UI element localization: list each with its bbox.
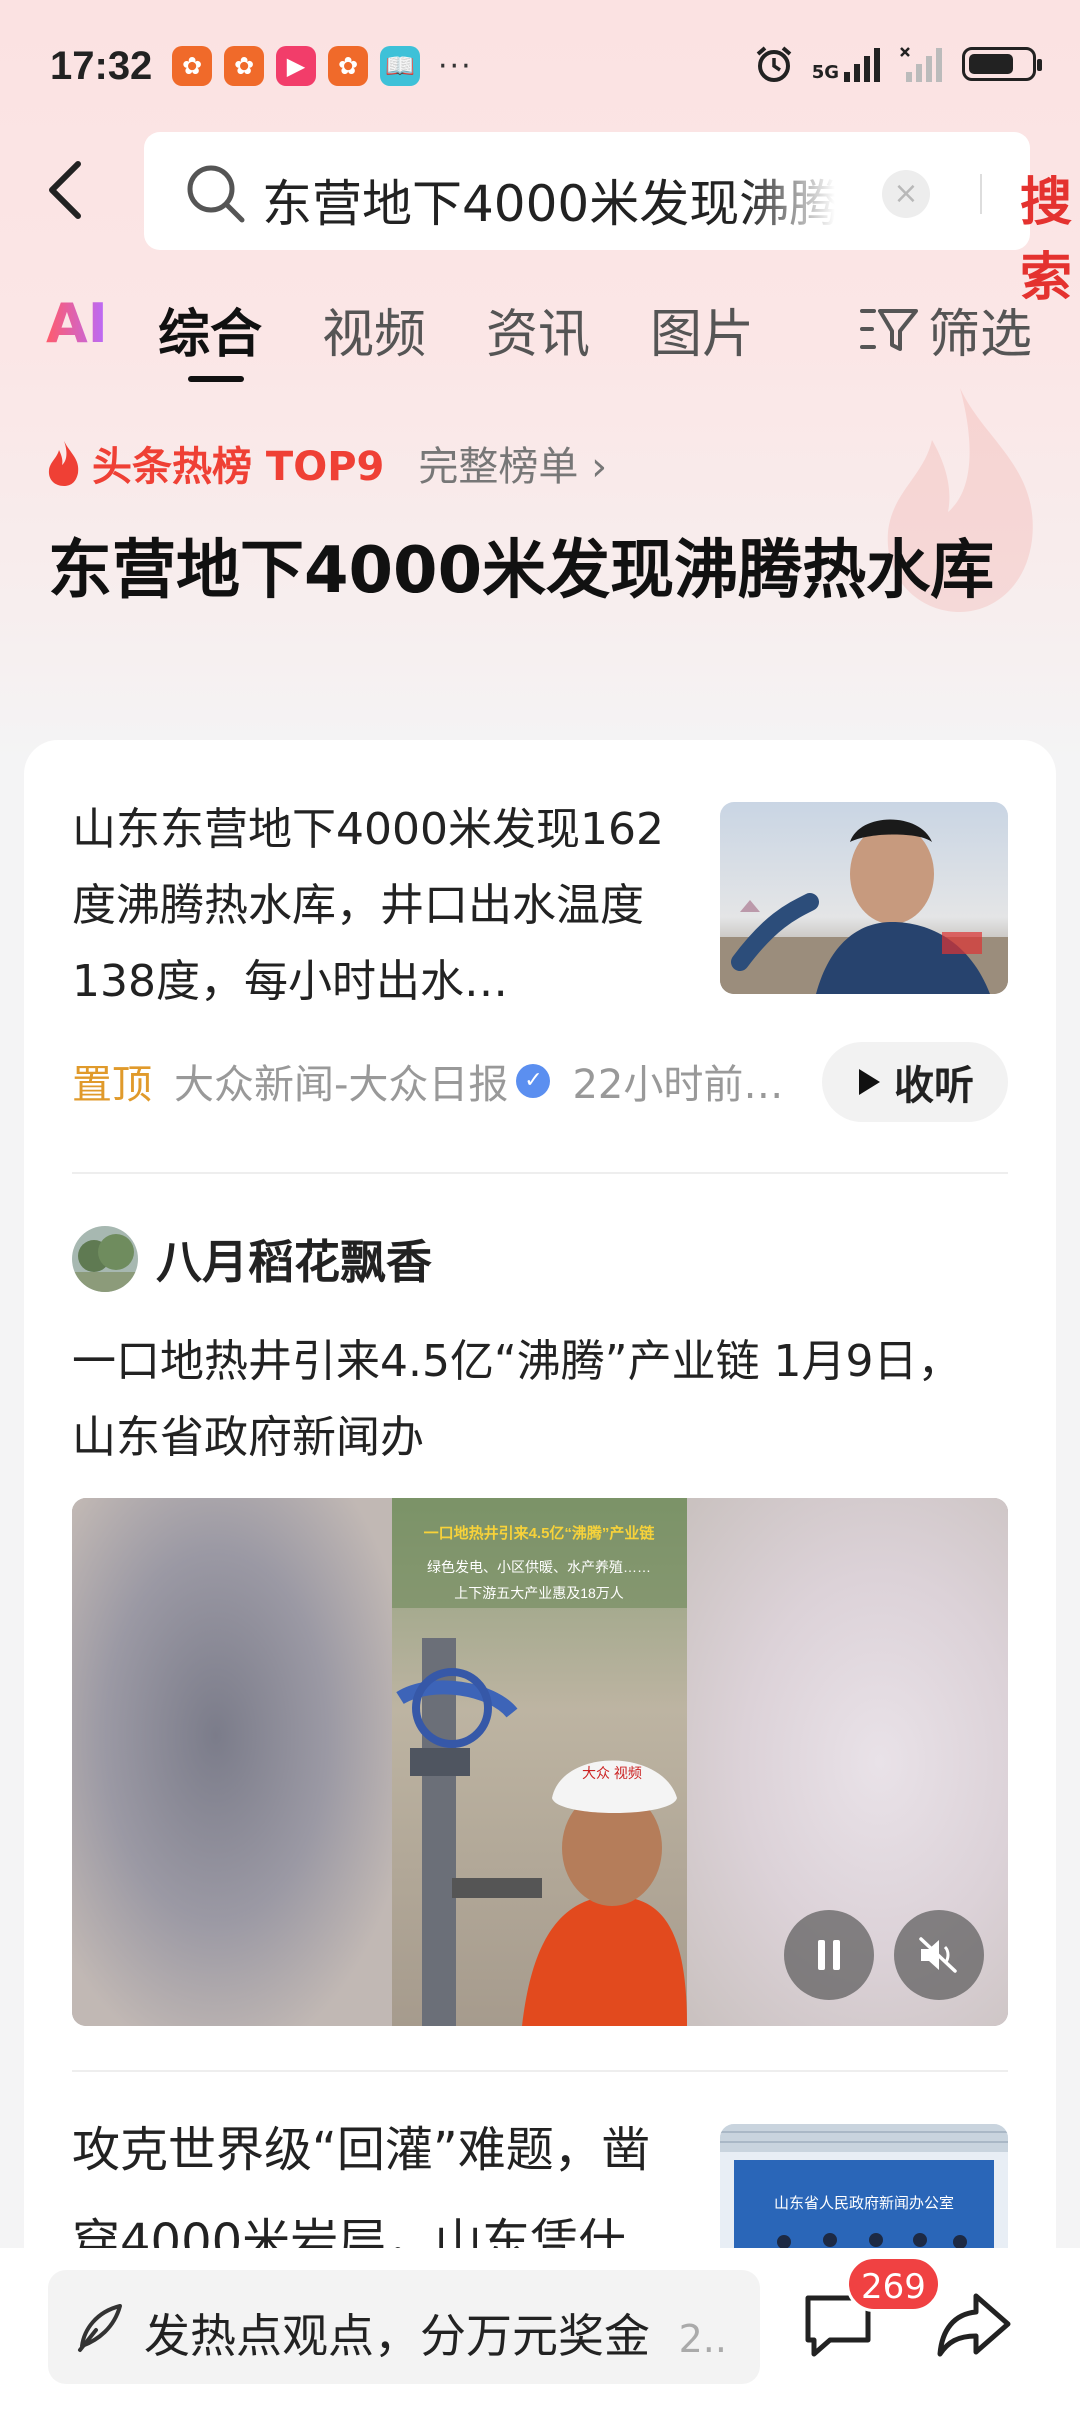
tab-ai[interactable]: AI bbox=[46, 292, 108, 355]
tab-comprehensive[interactable]: 综合 bbox=[158, 292, 262, 367]
app-notification-icon: ✿ bbox=[224, 46, 264, 86]
tab-images[interactable]: 图片 bbox=[650, 292, 754, 367]
mute-button[interactable] bbox=[894, 1910, 984, 2000]
video-caption-1: 一口地热井引来4.5亿“沸腾”产业链 bbox=[424, 1524, 656, 1542]
search-tabs: AI 综合 视频 资讯 图片 筛选 bbox=[0, 288, 1080, 382]
search-box[interactable]: 东营地下4000米发现沸腾热水库 × 搜索 bbox=[144, 132, 1072, 308]
clear-search-button[interactable]: × bbox=[882, 170, 930, 218]
pause-icon bbox=[818, 1940, 840, 1970]
flame-icon bbox=[48, 441, 79, 486]
tab-news[interactable]: 资讯 bbox=[486, 292, 590, 367]
battery-icon bbox=[962, 47, 1042, 81]
status-right: 5G bbox=[754, 44, 1042, 84]
alarm-icon bbox=[756, 46, 791, 82]
signal-weak-icon bbox=[900, 47, 942, 82]
author-row[interactable]: 八月稻花飘香 bbox=[72, 1226, 432, 1292]
muted-speaker-icon bbox=[919, 1937, 957, 1973]
video-watermark: 大众 视频 bbox=[582, 1765, 642, 1781]
thumbnail-banner-text: 山东省人民政府新闻办公室 bbox=[774, 2195, 954, 2212]
video-caption-2: 绿色发电、小区供暖、水产养殖…… bbox=[427, 1559, 651, 1575]
pen-icon bbox=[78, 2304, 122, 2352]
active-tab-indicator bbox=[188, 376, 244, 382]
app-notification-icon: ✿ bbox=[172, 46, 212, 86]
video-player[interactable]: 一口地热井引来4.5亿“沸腾”产业链 绿色发电、小区供暖、水产养殖…… 上下游五… bbox=[72, 1498, 1008, 2026]
full-list-link[interactable]: 完整榜单 › bbox=[418, 434, 607, 492]
listen-label: 收听 bbox=[894, 1063, 974, 1109]
filter-label: 筛选 bbox=[927, 305, 1032, 365]
filter-button[interactable]: 筛选 bbox=[859, 292, 1032, 367]
notification-icons: ✿ ✿ ▶ ✿ 📖 ··· bbox=[172, 46, 473, 86]
status-bar: 17:32 ✿ ✿ ▶ ✿ 📖 ··· 5G bbox=[0, 0, 1080, 130]
article-meta: 置顶 大众新闻-大众日报 ✓ 22小时前… bbox=[72, 1052, 792, 1110]
author-name[interactable]: 八月稻花飘香 bbox=[156, 1226, 432, 1292]
back-arrow-icon bbox=[49, 161, 81, 219]
divider bbox=[72, 2070, 1008, 2072]
pinned-tag: 置顶 bbox=[72, 1062, 152, 1108]
article-source[interactable]: 大众新闻-大众日报 bbox=[174, 1052, 508, 1110]
divider bbox=[72, 1172, 1008, 1174]
more-notifications-icon: ··· bbox=[438, 48, 473, 84]
listen-button[interactable]: 收听 bbox=[822, 1042, 1008, 1122]
results-card: 山东东营地下4000米发现162度沸腾热水库，井口出水温度138度，每小时出水…… bbox=[24, 740, 1056, 2412]
video-caption-3: 上下游五大产业惠及18万人 bbox=[454, 1585, 624, 1601]
bottom-bar: 发热点观点，分万元奖金 2.. 269 bbox=[0, 2248, 1080, 2412]
article-thumbnail[interactable] bbox=[720, 802, 1008, 994]
avatar[interactable] bbox=[72, 1226, 138, 1292]
status-time: 17:32 bbox=[50, 44, 153, 88]
share-icon[interactable] bbox=[936, 2290, 1012, 2362]
tab-video[interactable]: 视频 bbox=[322, 292, 426, 367]
post-text[interactable]: 一口地热井引来4.5亿“沸腾”产业链 1月9日， 山东省政府新闻办 bbox=[72, 1324, 1012, 1476]
signal-5g-icon: 5G bbox=[812, 46, 882, 82]
comment-input[interactable]: 发热点观点，分万元奖金 2.. bbox=[48, 2270, 760, 2384]
book-app-notification-icon: 📖 bbox=[380, 46, 420, 86]
app-notification-icon: ✿ bbox=[328, 46, 368, 86]
play-icon bbox=[859, 1069, 880, 1095]
filter-icon bbox=[859, 308, 918, 351]
pause-button[interactable] bbox=[784, 1910, 874, 2000]
video-app-notification-icon: ▶ bbox=[276, 46, 316, 86]
comment-count-badge: 269 bbox=[846, 2256, 941, 2312]
comment-placeholder: 发热点观点，分万元奖金 2.. bbox=[144, 2309, 727, 2363]
verified-icon: ✓ bbox=[516, 1064, 551, 1098]
back-button[interactable] bbox=[44, 155, 94, 225]
article-title[interactable]: 山东东营地下4000米发现162度沸腾热水库，井口出水温度138度，每小时出水… bbox=[72, 792, 672, 1020]
hot-ranking-label: 头条热榜 TOP9 bbox=[92, 444, 385, 490]
article-time: 22小时前… bbox=[572, 1062, 784, 1108]
video-frame: 一口地热井引来4.5亿“沸腾”产业链 绿色发电、小区供暖、水产养殖…… 上下游五… bbox=[392, 1498, 687, 2026]
hot-topic-headline[interactable]: 东营地下4000米发现沸腾热水库 bbox=[48, 518, 1008, 624]
search-icon bbox=[187, 165, 245, 223]
hot-ranking-row[interactable]: 头条热榜 TOP9 完整榜单 › bbox=[44, 434, 607, 492]
